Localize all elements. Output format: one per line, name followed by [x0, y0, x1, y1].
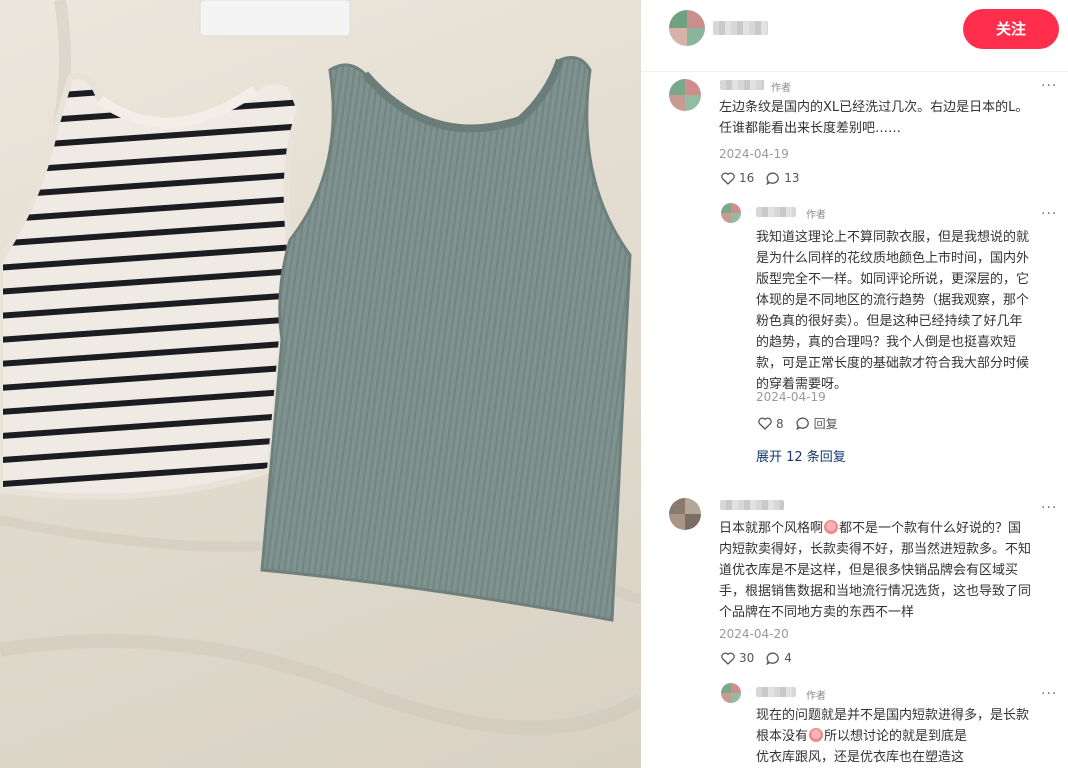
like-count: 30 [739, 651, 755, 665]
reply-actions: 8 回复 [758, 415, 838, 432]
reply-button[interactable]: 回复 [814, 415, 838, 432]
commenter-name-blurred[interactable] [720, 80, 764, 90]
heart-outline-icon[interactable] [758, 417, 772, 430]
note-header: 关注 [641, 0, 1068, 72]
commenter-avatar[interactable] [669, 79, 701, 111]
more-dots-icon[interactable]: ··· [1041, 501, 1057, 515]
reply-name-blurred[interactable] [756, 207, 796, 217]
reply-text: 现在的问题就是并不是国内短款进得多，是长款 根本没有 所以想讨论的就是到底是 优衣… [756, 708, 1030, 765]
like-count: 16 [739, 171, 755, 185]
reply-avatar[interactable] [721, 203, 741, 223]
reply-name-blurred[interactable] [756, 687, 796, 697]
photo-illustration [0, 0, 641, 735]
comment-actions: 16 13 [721, 171, 800, 185]
comments-panel: 关注 作者 ··· 左边条纹是国内的XL已经洗过几次。右边是日本的L。 任谁都能… [641, 0, 1068, 768]
embarrassed-face-emoji [809, 728, 824, 742]
comment-date: 2024-04-20 [719, 627, 789, 641]
follow-button[interactable]: 关注 [963, 9, 1059, 49]
comment-text: 左边条纹是国内的XL已经洗过几次。右边是日本的L。 任谁都能看出来长度差别吧…… [719, 100, 1029, 136]
comment-bubble-icon[interactable] [766, 652, 780, 665]
reply-count: 4 [784, 651, 792, 665]
more-dots-icon[interactable]: ··· [1041, 687, 1057, 701]
author-tag: 作者 [771, 83, 791, 94]
reply-date: 2024-04-19 [756, 390, 826, 404]
reply-avatar[interactable] [721, 683, 741, 703]
reply-count: 13 [784, 171, 800, 185]
note-detail-page: 关注 作者 ··· 左边条纹是国内的XL已经洗过几次。右边是日本的L。 任谁都能… [0, 0, 1068, 768]
comment-date: 2024-04-19 [719, 147, 789, 161]
like-count: 8 [776, 416, 784, 431]
comment-actions: 30 4 [721, 651, 792, 665]
embarrassed-face-emoji [824, 520, 839, 534]
note-photo[interactable] [0, 0, 641, 768]
comment-bubble-icon[interactable] [766, 172, 780, 185]
heart-outline-icon[interactable] [721, 651, 735, 665]
comment-text: 日本就那个风格啊 都不是一个款有什么好说的？国 内短款卖得好，长款卖得不好，那当然… [719, 520, 1032, 620]
author-tag: 作者 [806, 210, 826, 221]
more-dots-icon[interactable]: ··· [1041, 79, 1057, 93]
author-name-blurred[interactable] [713, 21, 768, 35]
heart-outline-icon[interactable] [721, 171, 735, 185]
more-dots-icon[interactable]: ··· [1041, 207, 1057, 221]
expand-replies-link[interactable]: 展开 12 条回复 [756, 446, 846, 465]
commenter-name-blurred[interactable] [720, 500, 784, 510]
reply-text: 我知道这理论上不算同款衣服，但是我想说的就 是为什么同样的花纹质地颜色上市时间，… [756, 230, 1030, 392]
comment-bubble-icon[interactable] [796, 417, 810, 430]
commenter-avatar[interactable] [669, 498, 701, 530]
author-tag: 作者 [806, 691, 826, 702]
author-avatar[interactable] [669, 10, 705, 46]
